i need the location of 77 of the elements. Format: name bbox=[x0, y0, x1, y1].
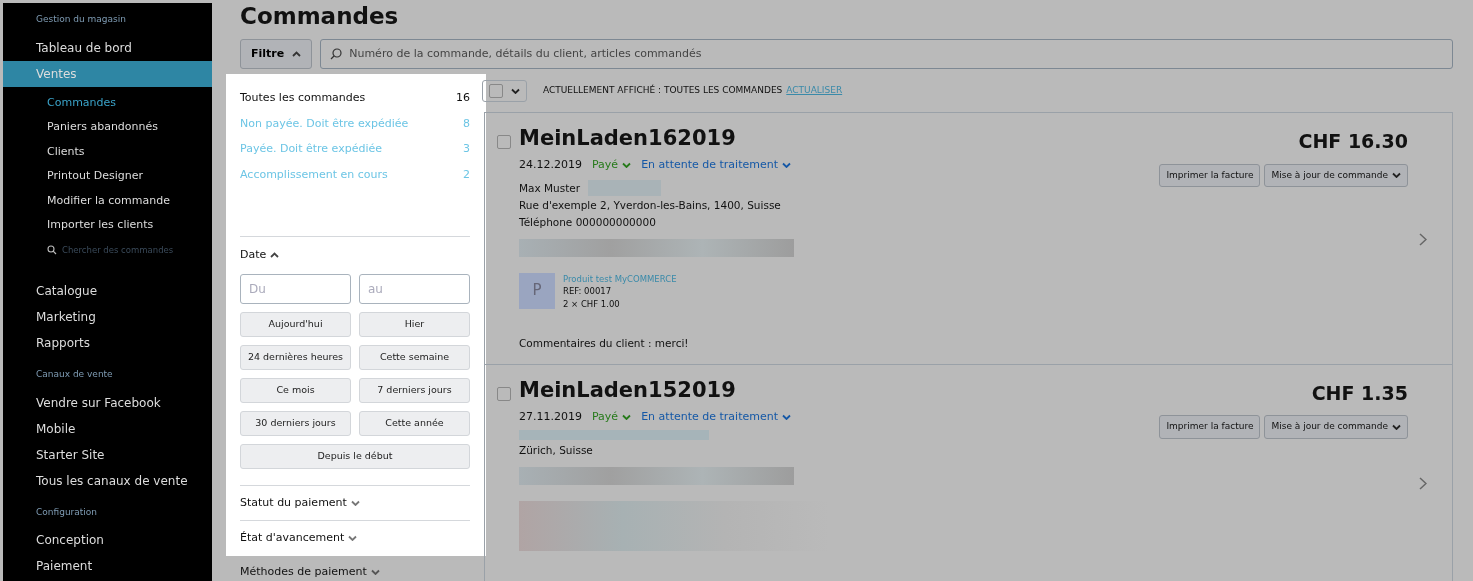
date-range-button[interactable]: Depuis le début bbox=[240, 443, 470, 469]
sidebar-subitem[interactable]: Clients bbox=[3, 139, 212, 164]
select-all-dropdown[interactable] bbox=[482, 80, 527, 103]
date-range-button[interactable]: Aujourd'hui bbox=[240, 311, 351, 337]
caret-down-icon bbox=[511, 88, 520, 95]
order-checkbox[interactable] bbox=[497, 386, 511, 401]
sidebar-item[interactable]: Mobile bbox=[3, 415, 212, 442]
order-number[interactable]: MeinLaden152019 bbox=[519, 378, 1160, 403]
order-number[interactable]: MeinLaden162019 bbox=[519, 127, 1160, 151]
sidebar-subitem[interactable]: Paniers abandonnés bbox=[3, 115, 212, 140]
search-icon bbox=[47, 244, 57, 255]
product-ref: REF: 00017 bbox=[563, 285, 613, 299]
section-heading: Canaux de vente bbox=[35, 368, 114, 382]
product-thumbnail: P bbox=[519, 272, 555, 309]
date-range-button[interactable]: 7 derniers jours bbox=[359, 377, 470, 403]
caret-down-icon bbox=[622, 162, 632, 169]
date-range-button[interactable]: 24 dernières heures bbox=[240, 344, 351, 370]
order-date: 27.11.2019 bbox=[519, 409, 582, 426]
print-invoice-button[interactable]: Imprimer la facture bbox=[1159, 163, 1261, 188]
order-total: CHF 1.35 bbox=[1311, 380, 1408, 406]
search-field[interactable]: Numéro de la commande, détails du client, articles commandés bbox=[320, 38, 1453, 69]
order-total: CHF 16.30 bbox=[1298, 129, 1408, 155]
print-invoice-button[interactable]: Imprimer la facture bbox=[1159, 415, 1261, 439]
date-to-field[interactable]: au bbox=[359, 273, 470, 304]
section-heading: Gestion du magasin bbox=[35, 13, 127, 26]
order-checkbox[interactable] bbox=[497, 135, 511, 150]
sidebar-subitem[interactable]: Modifier la commande bbox=[3, 188, 212, 213]
sidebar-item[interactable]: Conception bbox=[3, 527, 212, 554]
caret-down-icon bbox=[1392, 172, 1401, 179]
caret-down-icon bbox=[782, 162, 791, 169]
filter-view-item[interactable]: Toutes les commandes 16 bbox=[240, 86, 470, 112]
filter-section-toggle[interactable]: État d'avancement bbox=[240, 520, 470, 556]
date-section-toggle[interactable]: Date bbox=[240, 237, 470, 274]
caret-up-icon bbox=[270, 252, 280, 259]
caret-down-icon bbox=[370, 568, 380, 575]
sidebar-item[interactable]: Vendre sur Facebook bbox=[3, 389, 212, 416]
sidebar-item[interactable]: Marketing bbox=[3, 304, 212, 331]
filter-button[interactable]: Filtre bbox=[240, 38, 313, 70]
sidebar-item[interactable]: Tableau de bord bbox=[3, 34, 212, 61]
fulfillment-status-dropdown[interactable]: En attente de traitement bbox=[641, 409, 791, 426]
filter-section-toggle[interactable]: Méthodes de paiement bbox=[226, 555, 486, 581]
date-range-button[interactable]: 30 derniers jours bbox=[240, 410, 351, 436]
sidebar-subitem[interactable]: Importer les clients bbox=[3, 213, 212, 238]
customer-detail: Zürich, Suisse bbox=[519, 442, 594, 458]
page-title: Commandes bbox=[240, 3, 400, 31]
sidebar-item[interactable]: Paiement bbox=[3, 553, 212, 580]
date-range-button[interactable]: Ce mois bbox=[240, 377, 351, 403]
customer-comment: Commentaires du client : merci! bbox=[519, 335, 690, 351]
sidebar-item[interactable]: Catalogue bbox=[3, 278, 212, 305]
order-date: 24.12.2019 bbox=[519, 157, 582, 174]
caret-down-icon bbox=[782, 414, 791, 421]
date-range-button[interactable]: Hier bbox=[359, 311, 470, 337]
customer-detail: Rue d'exemple 2, Yverdon-les-Bains, 1400, Suisse bbox=[519, 197, 782, 213]
sidebar-item[interactable]: Rapports bbox=[3, 330, 212, 357]
date-range-button[interactable]: Cette semaine bbox=[359, 344, 470, 370]
caret-up-icon bbox=[292, 50, 302, 57]
list-status-text: ACTUELLEMENT AFFICHÉ : TOUTES LES COMMANDES bbox=[543, 84, 783, 98]
sidebar-subitem[interactable]: Printout Designer bbox=[3, 164, 212, 189]
caret-down-icon bbox=[1392, 424, 1401, 431]
caret-down-icon bbox=[622, 414, 632, 421]
caret-down-icon bbox=[350, 499, 360, 506]
update-order-dropdown[interactable]: Mise à jour de commande bbox=[1264, 415, 1408, 439]
fulfillment-status-dropdown[interactable]: En attente de traitement bbox=[641, 157, 791, 174]
caret-down-icon bbox=[348, 535, 358, 542]
chevron-right-icon[interactable] bbox=[1419, 477, 1427, 491]
customer-detail: Téléphone 000000000000 bbox=[519, 214, 657, 230]
sidebar-subitem[interactable]: Commandes bbox=[3, 90, 212, 115]
sidebar-item[interactable]: Tous les canaux de vente bbox=[3, 467, 212, 494]
chevron-right-icon[interactable] bbox=[1419, 233, 1427, 246]
date-range-button[interactable]: Cette année bbox=[359, 410, 470, 436]
filter-section-toggle[interactable]: Statut du paiement bbox=[240, 484, 470, 521]
sidebar-item[interactable]: Starter Site bbox=[3, 441, 212, 468]
date-from-field[interactable]: Du bbox=[240, 273, 351, 304]
product-quantity: 2 × CHF 1.00 bbox=[563, 298, 621, 311]
update-order-dropdown[interactable]: Mise à jour de commande bbox=[1264, 163, 1408, 188]
section-heading: Configuration bbox=[35, 505, 99, 519]
customer-detail: Max Muster bbox=[519, 180, 581, 196]
